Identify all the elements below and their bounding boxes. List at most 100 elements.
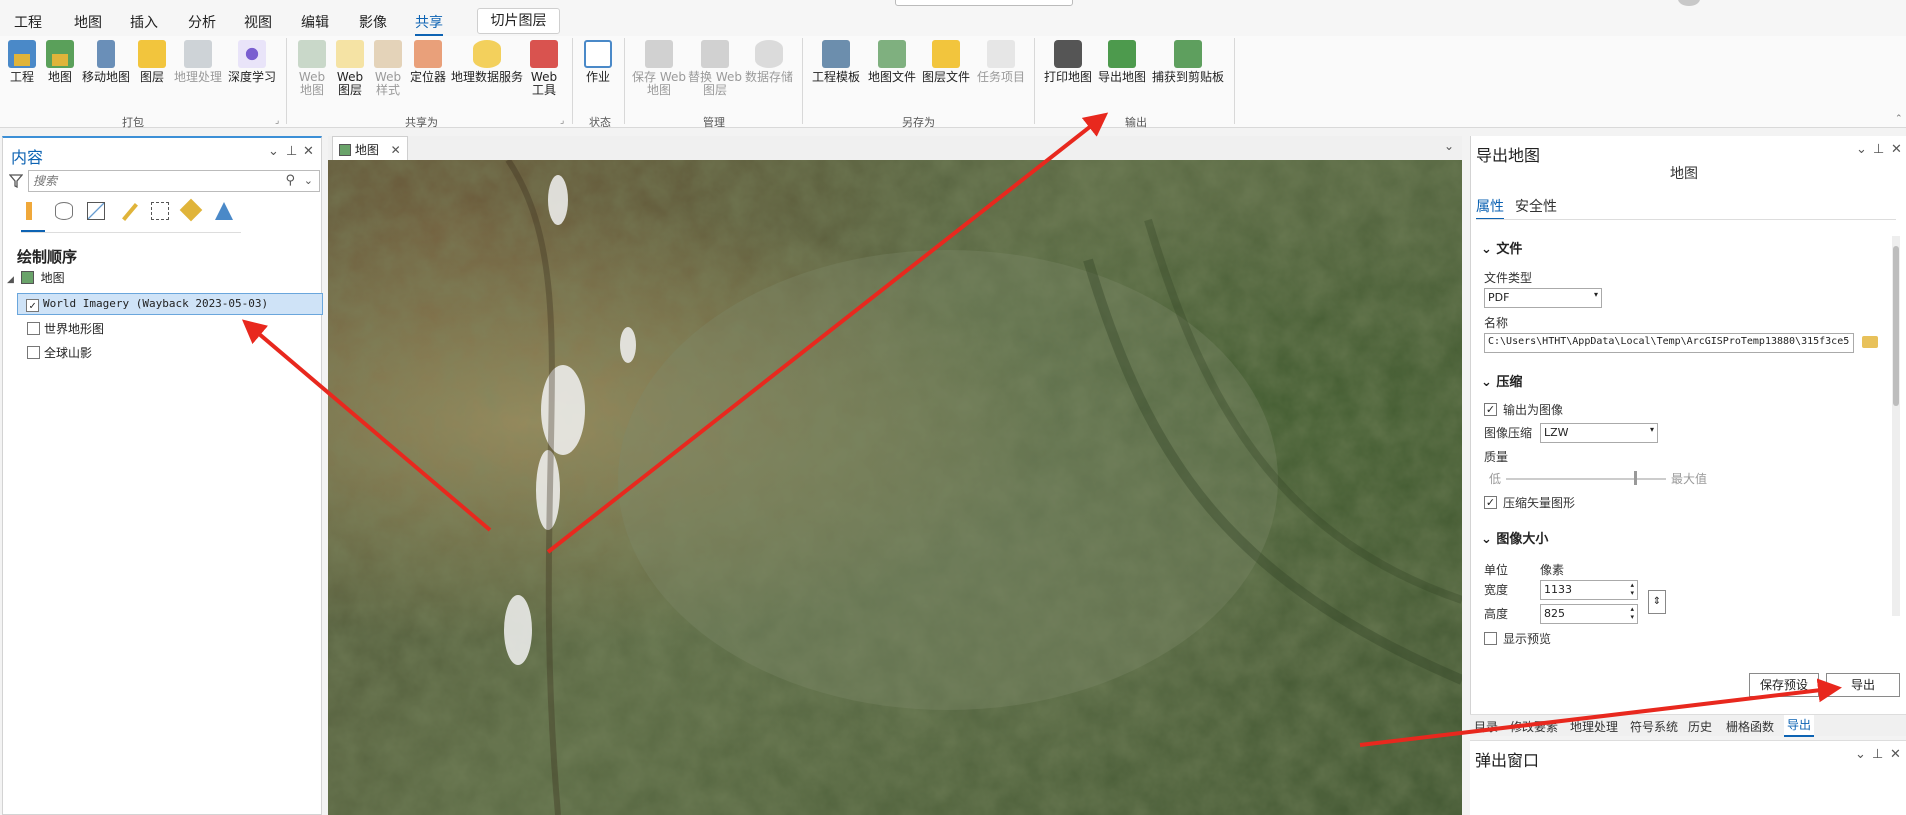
section-file[interactable]: ⌄ 文件 [1481, 238, 1522, 257]
share-web-map-button[interactable]: Web 地图 [294, 40, 330, 97]
spinner-icon[interactable]: ▴ ▾ [1630, 605, 1634, 621]
share-locator-button[interactable]: 定位器 [408, 40, 448, 84]
user-avatar[interactable] [1678, 0, 1700, 6]
tab-project[interactable]: 工程 [14, 12, 42, 32]
tab-export[interactable]: 导出 [1784, 715, 1815, 737]
file-type-select[interactable]: PDF ▾ [1484, 288, 1602, 308]
pane-options-icon[interactable]: ⌄ [268, 144, 279, 159]
section-compression[interactable]: ⌄ 压缩 [1481, 371, 1522, 390]
tab-tile-layer[interactable]: 切片图层 [477, 8, 560, 34]
jobs-button[interactable]: 作业 [580, 40, 616, 84]
package-mobile-map-button[interactable]: 移动地图 [80, 40, 132, 84]
list-by-perspective-icon[interactable] [215, 202, 237, 224]
spinner-icon[interactable]: ▴ ▾ [1630, 581, 1634, 597]
layer-file-button[interactable]: 图层文件 [920, 40, 972, 84]
list-by-data-source-icon[interactable] [55, 202, 77, 224]
chevron-down-icon[interactable]: ⌄ [304, 174, 313, 187]
contents-search-box[interactable]: ⚲ ⌄ [28, 170, 320, 192]
ribbon-collapse-icon[interactable]: ⌃ [1895, 114, 1903, 124]
project-template-button[interactable]: 工程模板 [810, 40, 862, 84]
quality-slider-thumb[interactable] [1634, 471, 1637, 485]
replace-web-layer-button[interactable]: 替换 Web 图层 [688, 40, 742, 97]
folder-browse-icon[interactable] [1862, 336, 1878, 348]
capture-clipboard-button[interactable]: 捕获到剪贴板 [1150, 40, 1226, 84]
task-item-button[interactable]: 任务项目 [975, 40, 1027, 84]
list-by-selection-icon[interactable] [87, 202, 109, 224]
tab-share[interactable]: 共享 [415, 12, 443, 36]
show-preview-checkbox[interactable] [1484, 632, 1497, 645]
layer-visibility-checkbox[interactable] [27, 346, 40, 359]
package-launcher-icon[interactable]: ⌟ [275, 116, 279, 126]
share-web-style-button[interactable]: Web 样式 [370, 40, 406, 97]
height-input[interactable]: 825 ▴ ▾ [1540, 604, 1638, 624]
layer-row-world-topo[interactable]: 世界地形图 [27, 320, 104, 340]
save-preset-button[interactable]: 保存预设 [1749, 673, 1819, 697]
image-compression-select[interactable]: LZW ▾ [1540, 423, 1658, 443]
data-store-button[interactable]: 数据存储 [744, 40, 794, 84]
lock-aspect-icon[interactable]: ⇕ [1648, 590, 1666, 614]
filter-icon[interactable] [9, 174, 23, 188]
export-button[interactable]: 导出 [1826, 673, 1900, 697]
close-icon[interactable]: ✕ [1890, 747, 1901, 762]
tab-view[interactable]: 视图 [244, 12, 272, 32]
tab-security[interactable]: 安全性 [1515, 196, 1557, 216]
output-as-image-checkbox[interactable]: ✓ [1484, 403, 1497, 416]
map-file-button[interactable]: 地图文件 [866, 40, 918, 84]
width-input[interactable]: 1133 ▴ ▾ [1540, 580, 1638, 600]
scrollbar-thumb[interactable] [1893, 246, 1899, 406]
collapse-triangle-icon[interactable]: ◢ [7, 275, 14, 285]
map-view-tab[interactable]: 地图 ✕ [332, 136, 408, 160]
tab-geoprocessing[interactable]: 地理处理 [1570, 718, 1618, 735]
quality-slider-track[interactable] [1506, 478, 1666, 480]
layer-name: World Imagery (Wayback 2023-05-03) [43, 297, 269, 310]
share-as-launcher-icon[interactable]: ⌟ [560, 116, 564, 126]
tab-catalog[interactable]: 目录 [1474, 718, 1498, 735]
package-deep-learning-button[interactable]: 深度学习 [226, 40, 278, 84]
tab-list-chevron-icon[interactable]: ⌄ [1444, 139, 1454, 153]
tab-edit[interactable]: 编辑 [301, 12, 329, 32]
compress-vector-checkbox[interactable]: ✓ [1484, 496, 1497, 509]
layer-row-world-hillshade[interactable]: 全球山影 [27, 344, 92, 364]
layer-row-world-imagery[interactable]: ✓ World Imagery (Wayback 2023-05-03) [17, 293, 323, 315]
save-web-map-button[interactable]: 保存 Web 地图 [632, 40, 686, 97]
pane-options-icon[interactable]: ⌄ [1856, 142, 1867, 157]
tab-raster-functions[interactable]: 栅格函数 [1726, 718, 1774, 735]
search-icon[interactable]: ⚲ [285, 173, 295, 188]
tab-symbology[interactable]: 符号系统 [1630, 718, 1678, 735]
pane-options-icon[interactable]: ⌄ [1855, 747, 1866, 762]
share-web-layer-button[interactable]: Web 图层 [332, 40, 368, 97]
close-icon[interactable]: ✕ [303, 144, 314, 159]
tab-imagery[interactable]: 影像 [359, 12, 387, 32]
list-by-drawing-order-icon[interactable] [23, 202, 45, 224]
file-name-input[interactable]: C:\Users\HTHT\AppData\Local\Temp\ArcGISP… [1484, 333, 1854, 353]
pin-icon[interactable]: ⊥ [286, 144, 297, 159]
pin-icon[interactable]: ⊥ [1872, 747, 1883, 762]
export-map-button[interactable]: 导出地图 [1096, 40, 1148, 84]
close-icon[interactable]: ✕ [1891, 142, 1902, 157]
tab-properties[interactable]: 属性 [1476, 196, 1504, 220]
tab-history[interactable]: 历史 [1688, 718, 1712, 735]
share-web-tool-button[interactable]: Web 工具 [526, 40, 562, 97]
layer-visibility-checkbox[interactable]: ✓ [26, 299, 39, 312]
package-geoprocessing-button[interactable]: 地理处理 [172, 40, 224, 84]
list-by-editing-icon[interactable] [119, 202, 141, 224]
tab-analysis[interactable]: 分析 [188, 12, 216, 32]
list-by-labeling-icon[interactable] [179, 198, 205, 224]
command-search-input[interactable] [895, 0, 1073, 6]
package-layer-button[interactable]: 图层 [136, 40, 168, 84]
close-tab-icon[interactable]: ✕ [391, 143, 401, 157]
tab-map[interactable]: 地图 [74, 12, 102, 32]
package-project-button[interactable]: 工程 [4, 40, 40, 84]
layer-visibility-checkbox[interactable] [27, 322, 40, 335]
tab-modify-features[interactable]: 修改要素 [1510, 718, 1558, 735]
share-geodata-service-button[interactable]: 地理数据服务 [450, 40, 524, 84]
list-by-snapping-icon[interactable] [151, 202, 173, 224]
section-image-size[interactable]: ⌄ 图像大小 [1481, 528, 1548, 547]
tab-insert[interactable]: 插入 [130, 12, 158, 32]
contents-search-input[interactable] [29, 171, 269, 191]
map-node[interactable]: ◢ 地图 [7, 269, 65, 286]
package-map-button[interactable]: 地图 [44, 40, 76, 84]
map-canvas[interactable] [328, 160, 1462, 815]
pin-icon[interactable]: ⊥ [1873, 142, 1884, 157]
print-map-button[interactable]: 打印地图 [1042, 40, 1094, 84]
